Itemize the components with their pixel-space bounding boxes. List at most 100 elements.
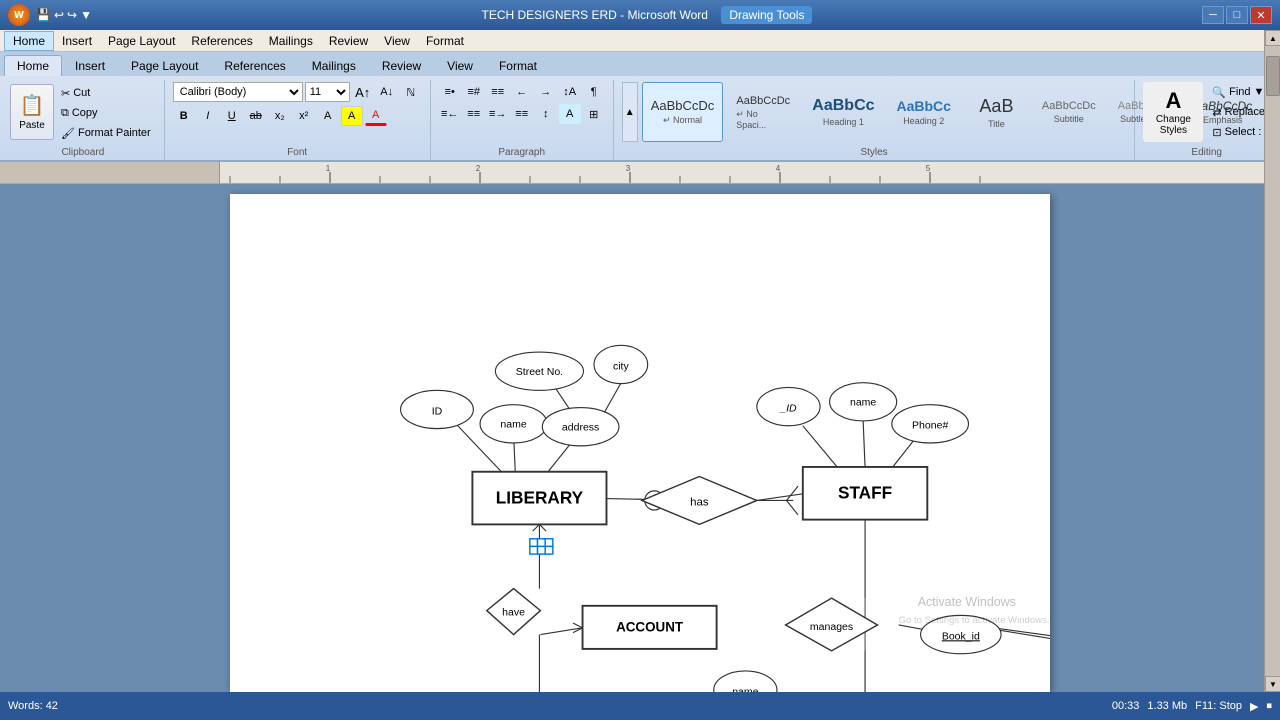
menu-review[interactable]: Review	[321, 32, 376, 50]
scroll-up-button[interactable]: ▲	[1265, 30, 1280, 46]
ruler-svg: 1 2 3 4 5	[220, 162, 1040, 184]
statusbar: Words: 42 00:33 1.33 Mb F11: Stop ▶ ⏹	[0, 692, 1280, 720]
clipboard-small-btns: ✂ Cut ⧉ Copy 🖌 Format Painter	[56, 84, 156, 142]
decrease-indent-button[interactable]: ←	[511, 82, 533, 102]
para-row-2: ≡← ≡≡ ≡→ ≡≡ ↕ A ⊞	[439, 104, 605, 124]
editing-buttons: 🔍 Find▼ ⇄ Replace ⊡ Select :	[1207, 83, 1270, 141]
font-size-select[interactable]: 11	[305, 82, 350, 102]
grow-font-button[interactable]: A↑	[352, 82, 374, 102]
text-effects-button[interactable]: A	[317, 106, 339, 126]
cut-button[interactable]: ✂ Cut	[56, 84, 156, 102]
shrink-font-button[interactable]: A↓	[376, 82, 398, 102]
word-count: Words: 42	[8, 700, 58, 712]
borders-button[interactable]: ⊞	[583, 104, 605, 124]
multilevel-button[interactable]: ≡≡	[487, 82, 509, 102]
quick-access[interactable]: 💾 ↩ ↪ ▼	[36, 8, 92, 22]
change-styles-editing: A Change Styles 🔍 Find▼ ⇄ Replace	[1143, 82, 1270, 142]
styles-scroll-up[interactable]: ▲	[622, 82, 638, 142]
status-right: 00:33 1.33 Mb F11: Stop ▶ ⏹	[1112, 700, 1272, 713]
bold-button[interactable]: B	[173, 106, 195, 126]
select-button[interactable]: ⊡ Select :	[1207, 123, 1270, 141]
tab-view[interactable]: View	[434, 55, 486, 76]
attr-city-label: city	[613, 360, 630, 372]
editing-label: Editing	[1135, 147, 1278, 158]
tab-review[interactable]: Review	[369, 55, 434, 76]
tab-mailings[interactable]: Mailings	[299, 55, 369, 76]
find-button[interactable]: 🔍 Find▼	[1207, 83, 1270, 101]
change-styles-button[interactable]: A Change Styles	[1143, 82, 1203, 142]
style-no-space[interactable]: AaBbCcDc ↵ No Spaci...	[727, 82, 799, 142]
styles-label: Styles	[614, 147, 1135, 158]
attr-lib-id-label: ID	[432, 405, 443, 417]
clipboard-label: Clipboard	[2, 147, 164, 158]
italic-button[interactable]: I	[197, 106, 219, 126]
font-name-select[interactable]: Calibri (Body)	[173, 82, 303, 102]
change-styles-icon: A	[1165, 88, 1181, 114]
format-painter-button[interactable]: 🖌 Format Painter	[56, 124, 156, 142]
superscript-button[interactable]: x²	[293, 106, 315, 126]
maximize-button[interactable]: □	[1226, 6, 1248, 24]
svg-text:3: 3	[626, 164, 631, 173]
menu-format[interactable]: Format	[418, 32, 472, 50]
handle-5	[538, 546, 546, 554]
replace-button[interactable]: ⇄ Replace	[1207, 103, 1270, 121]
close-button[interactable]: ✕	[1250, 6, 1272, 24]
strikethrough-button[interactable]: ab	[245, 106, 267, 126]
line-spacing-button[interactable]: ↕	[535, 104, 557, 124]
copy-button[interactable]: ⧉ Copy	[56, 104, 156, 122]
sort-button[interactable]: ↕A	[559, 82, 581, 102]
stop-icon[interactable]: ⏹	[1267, 700, 1273, 713]
paste-button[interactable]: 📋 Paste	[10, 84, 54, 140]
svg-text:4: 4	[776, 164, 781, 173]
play-icon[interactable]: ▶	[1250, 700, 1258, 713]
office-logo: W	[8, 4, 30, 26]
show-formatting-button[interactable]: ¶	[583, 82, 605, 102]
style-heading1[interactable]: AaBbCc Heading 1	[803, 82, 883, 142]
tab-insert[interactable]: Insert	[62, 55, 118, 76]
increase-indent-button[interactable]: →	[535, 82, 557, 102]
ribbon-content: 📋 Paste ✂ Cut ⧉ Copy 🖌 Format Painter	[0, 76, 1280, 160]
numbering-button[interactable]: ≡#	[463, 82, 485, 102]
menu-home[interactable]: Home	[4, 31, 54, 51]
watermark-line2: Go to Settings to activate Windows.	[899, 615, 1050, 626]
style-normal[interactable]: AaBbCcDc ↵ Normal	[642, 82, 724, 142]
tab-references[interactable]: References	[211, 55, 298, 76]
style-heading2[interactable]: AaBbCc Heading 2	[888, 82, 960, 142]
attr-lib-name-label: name	[500, 419, 526, 431]
menu-page-layout[interactable]: Page Layout	[100, 32, 183, 50]
minimize-button[interactable]: ─	[1202, 6, 1224, 24]
scroll-down-button[interactable]: ▼	[1265, 676, 1280, 692]
menu-insert[interactable]: Insert	[54, 32, 100, 50]
font-row-1: Calibri (Body) 11 A↑ A↓ ℕ	[173, 82, 422, 102]
clear-format-button[interactable]: ℕ	[400, 82, 422, 102]
font-color-button[interactable]: A	[365, 106, 387, 126]
menubar: Home Insert Page Layout References Maili…	[0, 30, 1280, 52]
style-subtitle[interactable]: AaBbCcDc Subtitle	[1033, 82, 1105, 142]
subscript-button[interactable]: x₂	[269, 106, 291, 126]
attr-staff-name-label: name	[850, 397, 876, 409]
underline-button[interactable]: U	[221, 106, 243, 126]
tab-page-layout[interactable]: Page Layout	[118, 55, 211, 76]
text-highlight-button[interactable]: A	[341, 106, 363, 126]
entity-library-label: LIBERARY	[496, 487, 584, 507]
attr-phone-label: Phone#	[912, 420, 948, 432]
shading-button[interactable]: A	[559, 104, 581, 124]
bullets-button[interactable]: ≡•	[439, 82, 461, 102]
svg-text:2: 2	[476, 164, 481, 173]
menu-mailings[interactable]: Mailings	[261, 32, 321, 50]
align-center-button[interactable]: ≡≡	[463, 104, 485, 124]
handle-1	[530, 539, 538, 547]
align-right-button[interactable]: ≡→	[487, 104, 509, 124]
menu-references[interactable]: References	[183, 32, 260, 50]
tab-home[interactable]: Home	[4, 55, 62, 76]
align-left-button[interactable]: ≡←	[439, 104, 461, 124]
scroll-thumb[interactable]	[1266, 56, 1280, 96]
tab-format[interactable]: Format	[486, 55, 550, 76]
format-painter-icon: 🖌	[61, 127, 75, 140]
justify-button[interactable]: ≡≡	[511, 104, 533, 124]
menu-view[interactable]: View	[376, 32, 418, 50]
ribbon-tabs: Home Insert Page Layout References Maili…	[0, 52, 1280, 76]
style-title[interactable]: AaB Title	[964, 82, 1029, 142]
rel-manages-label: manages	[810, 621, 853, 633]
shortcut-hint: F11: Stop	[1195, 700, 1242, 712]
